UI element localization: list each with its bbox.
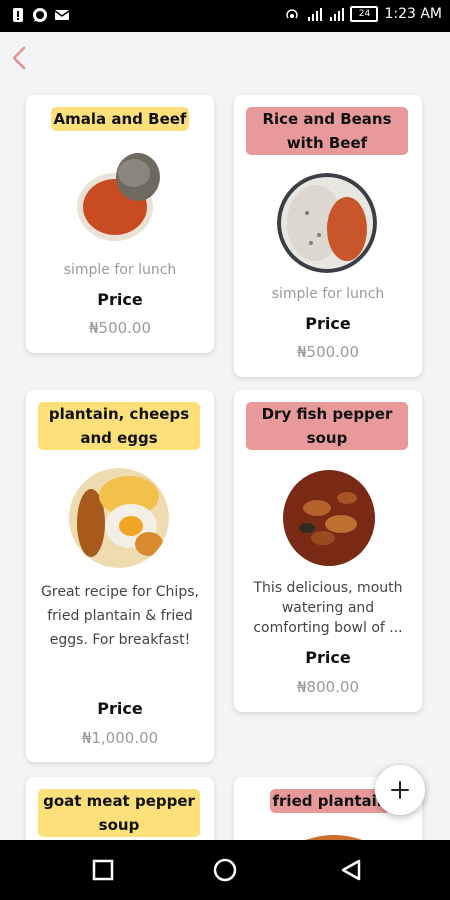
food-image <box>277 173 377 273</box>
add-item-button[interactable] <box>375 765 425 815</box>
food-description: simple for lunch <box>63 262 177 278</box>
food-title-tag: Dry fish pepper soup <box>246 402 408 450</box>
food-description: This delicious, mouth watering and comfo… <box>253 580 403 636</box>
circle-icon[interactable] <box>213 858 237 882</box>
food-price: ₦1,000.00 <box>81 729 159 747</box>
status-bar: 24 1:23 AM <box>0 0 450 32</box>
clock: 1:23 AM <box>384 6 442 22</box>
square-icon[interactable] <box>91 858 115 882</box>
food-title-tag: Amala and Beef <box>51 107 189 131</box>
food-image <box>70 147 170 247</box>
price-label: Price <box>97 699 143 718</box>
food-title-tag: plantain, cheeps and eggs <box>38 402 200 450</box>
signal-icon <box>308 8 323 21</box>
price-label: Price <box>97 290 143 309</box>
hotspot-icon <box>286 9 299 19</box>
food-title-tag: goat meat pepper soup <box>38 789 200 837</box>
food-image <box>277 468 377 568</box>
plus-icon <box>391 781 409 799</box>
food-card[interactable]: plantain, cheeps and eggs Great recipe f… <box>26 390 214 762</box>
triangle-back-icon[interactable] <box>339 858 363 882</box>
food-card[interactable]: Amala and Beef simple for lunch Price ₦5… <box>26 95 214 353</box>
food-title-tag: Rice and Beans with Beef <box>246 107 408 155</box>
food-description: Great recipe for Chips, fried plantain &… <box>41 584 199 648</box>
food-price: ₦800.00 <box>296 678 360 696</box>
chevron-left-icon[interactable] <box>8 44 32 72</box>
whatsapp-icon <box>33 8 47 22</box>
food-card[interactable]: Dry fish pepper soup This delicious, mou… <box>234 390 422 712</box>
price-label: Price <box>305 648 351 667</box>
food-title-tag: fried plantain <box>270 789 390 813</box>
sim-alert-icon <box>13 8 23 22</box>
food-card[interactable]: Rice and Beans with Beef simple for lunc… <box>234 95 422 377</box>
price-label: Price <box>305 314 351 333</box>
battery-indicator: 24 <box>350 6 379 22</box>
food-description: simple for lunch <box>271 286 385 302</box>
food-price: ₦500.00 <box>88 319 152 337</box>
signal-icon <box>330 8 345 21</box>
mail-icon <box>54 10 70 20</box>
food-image <box>69 468 169 568</box>
food-price: ₦500.00 <box>296 343 360 361</box>
system-nav-bar <box>0 840 450 900</box>
